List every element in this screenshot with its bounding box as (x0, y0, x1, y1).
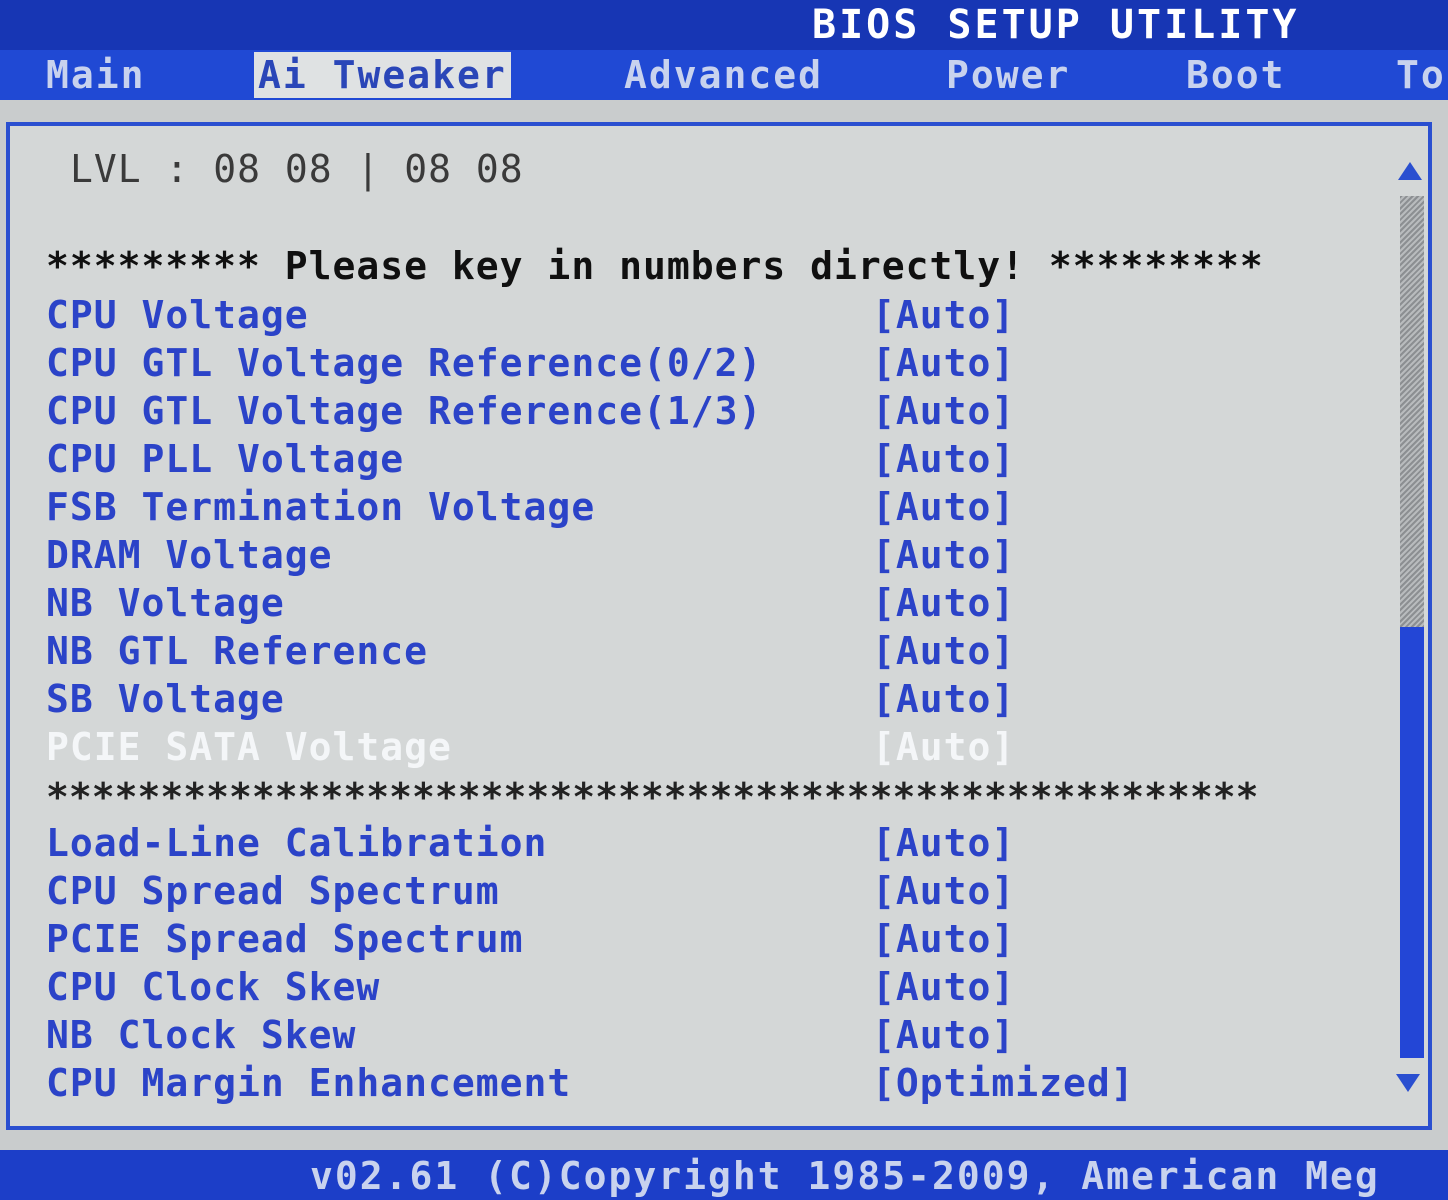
value-fsb-termination-voltage[interactable]: [Auto] (872, 484, 1015, 530)
item-nb-gtl-reference[interactable]: NB GTL Reference (46, 628, 428, 674)
item-dram-voltage[interactable]: DRAM Voltage (46, 532, 333, 578)
scroll-down-arrow-icon[interactable] (1396, 1074, 1420, 1092)
tab-bar: Main Ai Tweaker Advanced Power Boot To (0, 50, 1448, 100)
value-pcie-spread-spectrum[interactable]: [Auto] (872, 916, 1015, 962)
value-nb-voltage[interactable]: [Auto] (872, 580, 1015, 626)
value-dram-voltage[interactable]: [Auto] (872, 532, 1015, 578)
item-cpu-clock-skew[interactable]: CPU Clock Skew (46, 964, 380, 1010)
footer-bar: v02.61 (C)Copyright 1985-2009, American … (0, 1150, 1448, 1200)
item-cpu-margin-enhancement[interactable]: CPU Margin Enhancement (46, 1060, 571, 1106)
separator-line: ****************************************… (46, 775, 1259, 819)
item-nb-clock-skew[interactable]: NB Clock Skew (46, 1012, 356, 1058)
notice-text: ********* Please key in numbers directly… (46, 244, 1264, 288)
scroll-up-arrow-icon[interactable] (1398, 162, 1422, 180)
title-bar: BIOS SETUP UTILITY (0, 0, 1448, 50)
bios-title: BIOS SETUP UTILITY (812, 2, 1300, 48)
value-cpu-pll-voltage[interactable]: [Auto] (872, 436, 1015, 482)
item-pcie-spread-spectrum[interactable]: PCIE Spread Spectrum (46, 916, 524, 962)
value-cpu-margin-enhancement[interactable]: [Optimized] (872, 1060, 1135, 1106)
tab-boot[interactable]: Boot (1186, 52, 1286, 98)
item-cpu-gtl-ref-13[interactable]: CPU GTL Voltage Reference(1/3) (46, 388, 762, 434)
scrollbar-thumb[interactable] (1400, 627, 1424, 1058)
value-nb-gtl-reference[interactable]: [Auto] (872, 628, 1015, 674)
item-cpu-spread-spectrum[interactable]: CPU Spread Spectrum (46, 868, 500, 914)
item-cpu-voltage[interactable]: CPU Voltage (46, 292, 309, 338)
item-nb-voltage[interactable]: NB Voltage (46, 580, 285, 626)
tab-advanced[interactable]: Advanced (624, 52, 823, 98)
item-load-line-calibration[interactable]: Load-Line Calibration (46, 820, 547, 866)
tab-power[interactable]: Power (946, 52, 1070, 98)
tab-ai-tweaker[interactable]: Ai Tweaker (254, 52, 511, 98)
item-fsb-termination-voltage[interactable]: FSB Termination Voltage (46, 484, 595, 530)
value-cpu-gtl-ref-13[interactable]: [Auto] (872, 388, 1015, 434)
value-cpu-gtl-ref-02[interactable]: [Auto] (872, 340, 1015, 386)
value-sb-voltage[interactable]: [Auto] (872, 676, 1015, 722)
tab-main[interactable]: Main (46, 52, 146, 98)
scrollbar-track[interactable] (1400, 196, 1424, 1058)
item-pcie-sata-voltage[interactable]: PCIE SATA Voltage (46, 724, 452, 770)
value-cpu-voltage[interactable]: [Auto] (872, 292, 1015, 338)
value-load-line-calibration[interactable]: [Auto] (872, 820, 1015, 866)
value-cpu-spread-spectrum[interactable]: [Auto] (872, 868, 1015, 914)
value-cpu-clock-skew[interactable]: [Auto] (872, 964, 1015, 1010)
tab-tools[interactable]: To (1396, 52, 1446, 98)
item-cpu-pll-voltage[interactable]: CPU PLL Voltage (46, 436, 404, 482)
item-sb-voltage[interactable]: SB Voltage (46, 676, 285, 722)
copyright-text: v02.61 (C)Copyright 1985-2009, American … (310, 1154, 1380, 1198)
bios-screen: BIOS SETUP UTILITY Main Ai Tweaker Advan… (0, 0, 1448, 1200)
value-nb-clock-skew[interactable]: [Auto] (872, 1012, 1015, 1058)
item-cpu-gtl-ref-02[interactable]: CPU GTL Voltage Reference(0/2) (46, 340, 762, 386)
value-pcie-sata-voltage[interactable]: [Auto] (872, 724, 1015, 770)
lvl-readout: LVL : 08 08 | 08 08 (70, 147, 524, 191)
